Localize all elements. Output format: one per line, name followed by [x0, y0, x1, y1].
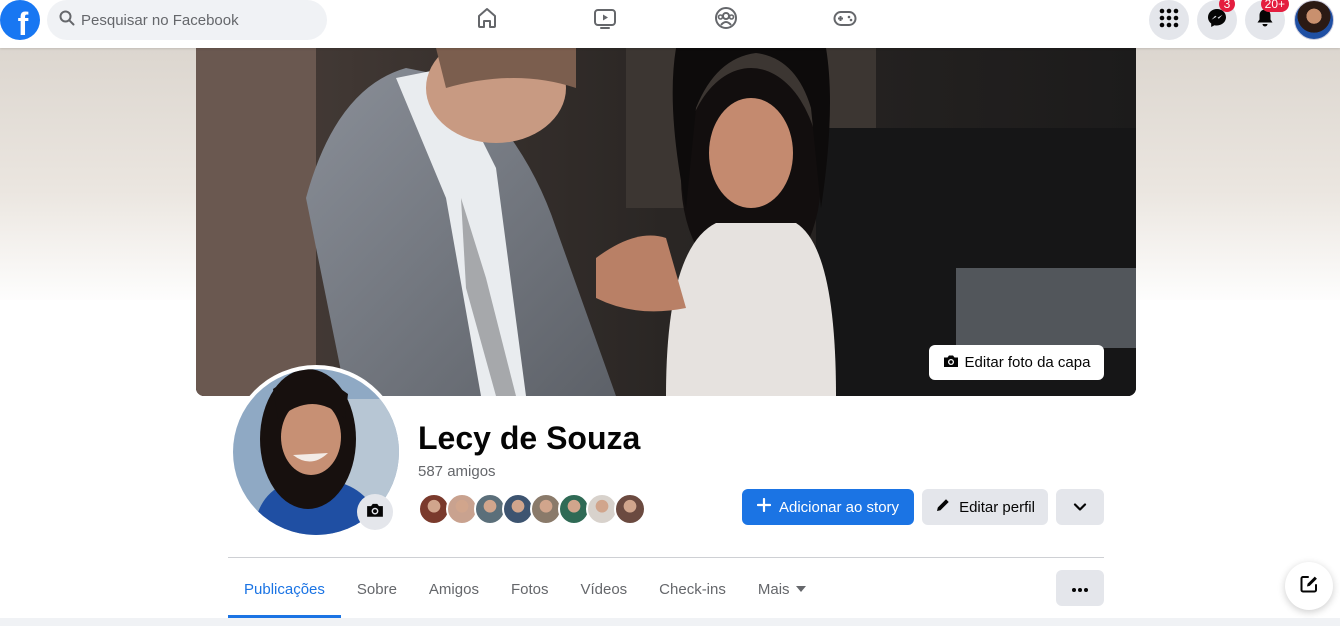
edit-profile-label: Editar perfil: [959, 498, 1035, 516]
pencil-icon: [935, 497, 951, 517]
groups-icon: [714, 6, 738, 35]
edit-cover-label: Editar foto da capa: [964, 354, 1091, 371]
camera-icon: [943, 354, 959, 372]
search-box[interactable]: [47, 0, 327, 40]
tab-sobre[interactable]: Sobre: [341, 560, 413, 618]
friend-avatars: [418, 493, 646, 525]
top-navigation-bar: f Pesquisar no Facebook 3 20+: [0, 0, 1340, 48]
edit-cover-photo-button[interactable]: Editar foto da capa: [929, 345, 1104, 380]
more-options-button[interactable]: [1056, 570, 1104, 606]
profile-divider: [228, 557, 1104, 558]
messenger-badge: 3: [1219, 0, 1235, 12]
notifications-button[interactable]: 20+: [1245, 0, 1289, 40]
gaming-icon: [833, 6, 857, 35]
add-to-story-label: Adicionar ao story: [778, 498, 900, 516]
nav-home[interactable]: [432, 0, 542, 40]
search-icon: [59, 10, 75, 31]
tab-label: Sobre: [356, 580, 397, 598]
home-icon: [475, 6, 499, 35]
tab-publicacoes[interactable]: Publicações: [228, 560, 341, 618]
new-message-button[interactable]: [1285, 562, 1333, 610]
tab-label: Vídeos: [580, 580, 628, 598]
notifications-badge: 20+: [1260, 0, 1289, 12]
cover-photo[interactable]: [196, 48, 1136, 396]
tab-label: Check-ins: [659, 580, 726, 598]
profile-tabs: Publicações Sobre Amigos Fotos Vídeos Ch…: [228, 560, 822, 618]
edit-profile-button[interactable]: Editar perfil: [922, 489, 1048, 525]
friend-avatar[interactable]: [614, 493, 646, 525]
tab-label: Fotos: [510, 580, 549, 598]
tab-mais[interactable]: Mais: [742, 560, 822, 618]
tab-fotos[interactable]: Fotos: [495, 560, 565, 618]
tab-label: Publicações: [244, 580, 325, 598]
facebook-logo[interactable]: f: [0, 0, 40, 42]
nav-watch[interactable]: [550, 0, 660, 40]
tab-amigos[interactable]: Amigos: [413, 560, 495, 618]
apps-grid-icon: [1159, 8, 1179, 33]
tab-label: Mais: [757, 580, 790, 598]
compose-icon: [1299, 574, 1319, 599]
account-avatar[interactable]: [1294, 0, 1334, 40]
tab-videos[interactable]: Vídeos: [564, 560, 643, 618]
watch-icon: [593, 6, 617, 35]
nav-gaming[interactable]: [790, 0, 900, 40]
cover-photo-image: [196, 48, 1136, 396]
tab-label: Amigos: [428, 580, 479, 598]
camera-icon: [366, 502, 384, 523]
profile-name: Lecy de Souza: [418, 420, 641, 456]
messenger-button[interactable]: 3: [1197, 0, 1237, 40]
chevron-down-icon: [1073, 499, 1087, 516]
ellipsis-icon: [1072, 579, 1088, 597]
facebook-logo-letter: f: [17, 5, 29, 42]
add-to-story-button[interactable]: Adicionar ao story: [742, 489, 914, 525]
update-profile-picture-button[interactable]: [357, 494, 393, 530]
nav-groups[interactable]: [671, 0, 781, 40]
caret-down-icon: [795, 586, 806, 592]
tab-check-ins[interactable]: Check-ins: [643, 560, 742, 618]
friends-count[interactable]: 587 amigos: [418, 463, 496, 480]
menu-button[interactable]: [1149, 0, 1189, 40]
search-input[interactable]: [81, 11, 301, 29]
profile-options-dropdown[interactable]: [1056, 489, 1104, 525]
plus-icon: [756, 497, 772, 516]
